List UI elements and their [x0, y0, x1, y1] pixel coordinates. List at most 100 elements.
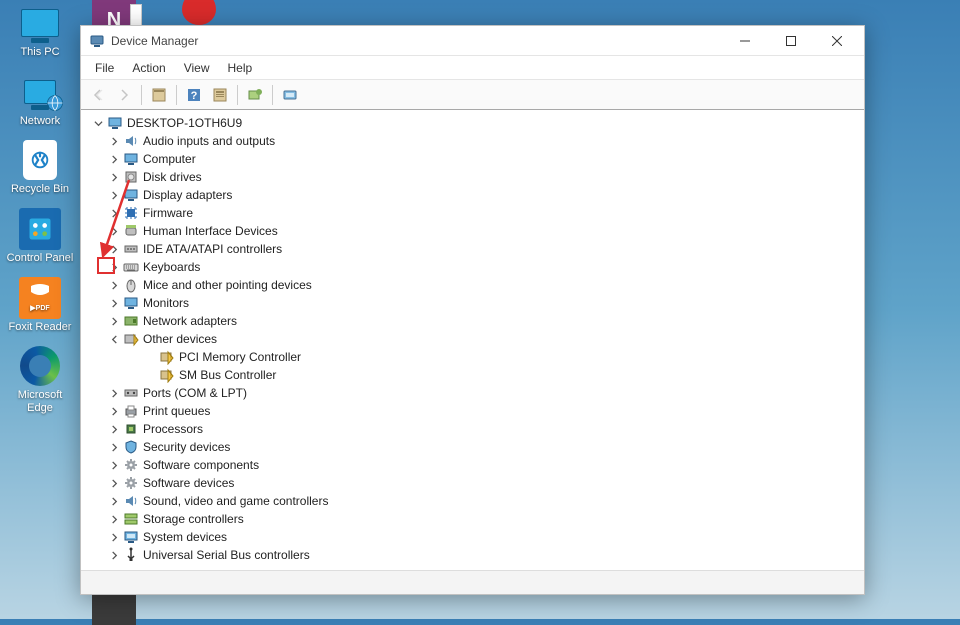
tree-item[interactable]: Firmware [87, 204, 864, 222]
chevron-right-icon[interactable] [107, 386, 121, 400]
toolbar-forward[interactable] [113, 84, 135, 106]
chevron-right-icon[interactable] [107, 548, 121, 562]
toolbar-properties[interactable] [209, 84, 231, 106]
titlebar[interactable]: Device Manager [81, 26, 864, 56]
gear-icon [123, 475, 139, 491]
tree-item-label: PCI Memory Controller [179, 350, 301, 364]
gear-icon [123, 457, 139, 473]
printer-icon [123, 403, 139, 419]
warn-child-icon: ! [159, 367, 175, 383]
chevron-right-icon[interactable] [107, 494, 121, 508]
menu-view[interactable]: View [176, 58, 218, 78]
menu-action[interactable]: Action [124, 58, 173, 78]
tree-item[interactable]: Disk drives [87, 168, 864, 186]
maximize-button[interactable] [768, 26, 814, 55]
chevron-right-icon[interactable] [107, 188, 121, 202]
menu-help[interactable]: Help [220, 58, 261, 78]
tree-item[interactable]: Storage controllers [87, 510, 864, 528]
desktop-icon-foxit[interactable]: ▶PDF Foxit Reader [0, 277, 80, 334]
desktop-icon-edge[interactable]: Microsoft Edge [0, 345, 80, 414]
tree-item[interactable]: Keyboards [87, 258, 864, 276]
chevron-right-icon[interactable] [107, 404, 121, 418]
ide-icon [123, 241, 139, 257]
chevron-right-icon[interactable] [107, 260, 121, 274]
desktop-icon-recycle-bin[interactable]: Recycle Bin [0, 139, 80, 196]
toolbar-show-hidden[interactable] [148, 84, 170, 106]
nic-icon [123, 313, 139, 329]
toolbar-scan[interactable] [279, 84, 301, 106]
usb-icon [123, 547, 139, 563]
chevron-right-icon[interactable] [107, 314, 121, 328]
toolbar-help[interactable]: ? [183, 84, 205, 106]
chevron-right-icon[interactable] [107, 170, 121, 184]
desktop-icon-label: Network [20, 115, 60, 128]
chevron-down-icon[interactable] [107, 332, 121, 346]
tree-item[interactable]: Ports (COM & LPT) [87, 384, 864, 402]
tree-item[interactable]: Monitors [87, 294, 864, 312]
tree-item[interactable]: ! Other devices [87, 330, 864, 348]
tree-item[interactable]: Audio inputs and outputs [87, 132, 864, 150]
desktop-icon-control-panel[interactable]: Control Panel [0, 208, 80, 265]
tree-item[interactable]: IDE ATA/ATAPI controllers [87, 240, 864, 258]
chevron-right-icon[interactable] [107, 206, 121, 220]
warn-child-icon: ! [159, 349, 175, 365]
edge-icon [20, 346, 60, 386]
storage-icon [123, 511, 139, 527]
desktop-icon-network[interactable]: Network [0, 71, 80, 128]
warn-icon: ! [123, 331, 139, 347]
tree-item[interactable]: ! PCI Memory Controller [87, 348, 864, 366]
close-button[interactable] [814, 26, 860, 55]
tree-item-label: Other devices [143, 332, 217, 346]
tree-item[interactable]: Computer [87, 150, 864, 168]
device-tree[interactable]: DESKTOP-1OTH6U9 Audio inputs and outputs… [81, 110, 864, 570]
tree-item[interactable]: Sound, video and game controllers [87, 492, 864, 510]
chevron-right-icon[interactable] [107, 224, 121, 238]
menu-file[interactable]: File [87, 58, 122, 78]
chevron-right-icon[interactable] [107, 512, 121, 526]
tree-item[interactable]: Software components [87, 456, 864, 474]
tree-item-label: Disk drives [143, 170, 202, 184]
tree-item[interactable]: Security devices [87, 438, 864, 456]
speaker-icon [123, 133, 139, 149]
chevron-right-icon[interactable] [107, 476, 121, 490]
tree-item[interactable]: Software devices [87, 474, 864, 492]
chevron-right-icon[interactable] [107, 152, 121, 166]
tree-item-label: Software components [143, 458, 259, 472]
device-manager-window: Device Manager File Action View Help ? D… [80, 25, 865, 595]
chevron-right-icon[interactable] [107, 530, 121, 544]
chevron-right-icon[interactable] [107, 278, 121, 292]
tree-item[interactable]: System devices [87, 528, 864, 546]
tree-item[interactable]: Print queues [87, 402, 864, 420]
system-icon [123, 529, 139, 545]
chevron-right-icon[interactable] [107, 296, 121, 310]
monitor-icon [123, 295, 139, 311]
tree-item[interactable]: Mice and other pointing devices [87, 276, 864, 294]
minimize-button[interactable] [722, 26, 768, 55]
port-icon [123, 385, 139, 401]
taskbar-red-icon [182, 0, 216, 25]
tree-item[interactable]: Human Interface Devices [87, 222, 864, 240]
tree-item-label: Human Interface Devices [143, 224, 278, 238]
chevron-right-icon[interactable] [107, 134, 121, 148]
svg-text:!: ! [135, 337, 137, 344]
chevron-down-icon[interactable] [91, 116, 105, 130]
chevron-right-icon[interactable] [107, 242, 121, 256]
tree-item[interactable]: Processors [87, 420, 864, 438]
tree-item[interactable]: Universal Serial Bus controllers [87, 546, 864, 564]
toolbar-back[interactable] [87, 84, 109, 106]
tree-item[interactable]: Network adapters [87, 312, 864, 330]
hid-icon [123, 223, 139, 239]
tree-item-label: Software devices [143, 476, 234, 490]
shield-icon [123, 439, 139, 455]
menubar: File Action View Help [81, 56, 864, 80]
desktop-icon-this-pc[interactable]: This PC [0, 2, 80, 59]
tree-item-label: Storage controllers [143, 512, 244, 526]
tree-root[interactable]: DESKTOP-1OTH6U9 [87, 114, 864, 132]
chevron-right-icon[interactable] [107, 458, 121, 472]
chevron-right-icon[interactable] [107, 422, 121, 436]
chevron-right-icon[interactable] [107, 440, 121, 454]
tree-item[interactable]: ! SM Bus Controller [87, 366, 864, 384]
keyboard-icon [123, 259, 139, 275]
toolbar-update[interactable] [244, 84, 266, 106]
tree-item[interactable]: Display adapters [87, 186, 864, 204]
